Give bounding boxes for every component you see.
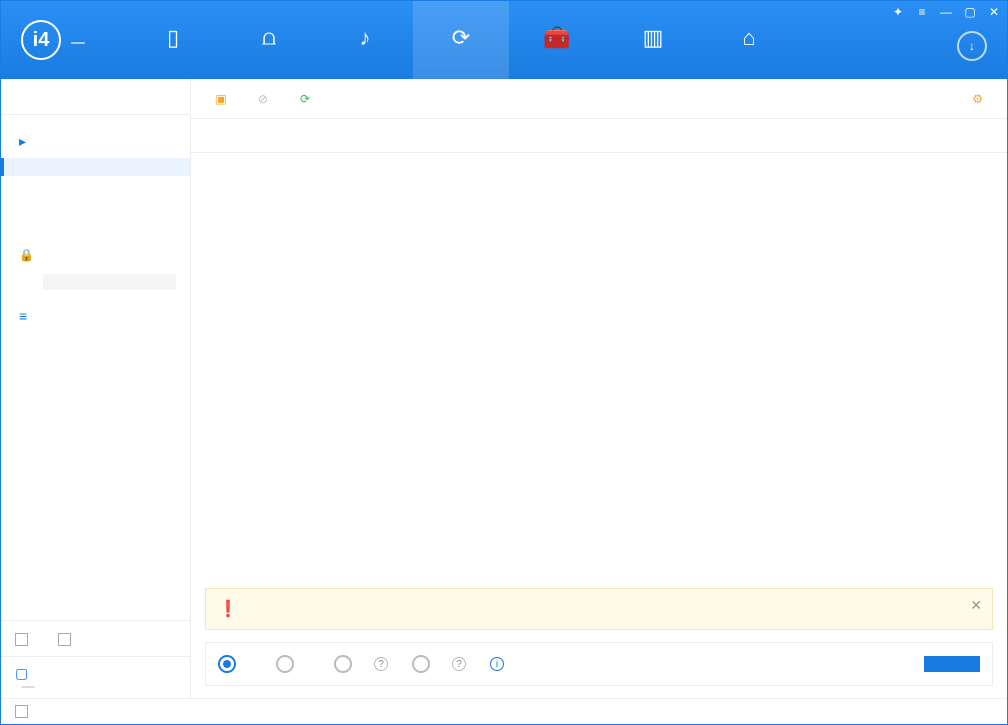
info-icon: i xyxy=(490,657,504,671)
music-icon: ♪ xyxy=(360,24,371,52)
device-icon: ▯ xyxy=(167,24,179,52)
sidebar-footer: ▢ xyxy=(1,620,190,698)
menu-icon[interactable]: ✦ xyxy=(891,5,905,19)
device-name[interactable]: ▢ xyxy=(15,665,176,682)
app-header: i4 ▯ ⩍ ♪ ⟳ 🧰 ▥ ⌂ ↓ ✦ ≡ — ▢ ✕ xyxy=(1,1,1007,79)
nav-toolbox[interactable]: 🧰 xyxy=(509,1,605,79)
nav-ringtone[interactable]: ♪ xyxy=(317,1,413,79)
book-icon: ▥ xyxy=(643,24,664,52)
toolbox-icon: 🧰 xyxy=(543,24,570,52)
radio-icon xyxy=(412,655,430,673)
toolbar: ▣ ⊘ ⟳ ⚙ xyxy=(191,79,1007,119)
delete-button[interactable]: ⊘ xyxy=(245,91,287,107)
opt-erase-link[interactable]: i xyxy=(490,657,510,671)
minimize-icon[interactable]: — xyxy=(939,5,953,19)
gear-icon: ⚙ xyxy=(972,92,983,106)
jump-guide-checkbox[interactable] xyxy=(58,633,71,646)
radio-icon xyxy=(334,655,352,673)
warning-icon: ❗ xyxy=(218,599,238,619)
block-itunes-checkbox[interactable] xyxy=(15,705,28,718)
banner-close-icon[interactable]: ✕ xyxy=(970,597,982,614)
folder-icon: ▣ xyxy=(213,91,229,107)
flash-settings-button[interactable]: ⚙ xyxy=(972,92,995,106)
nav-store[interactable]: ⌂ xyxy=(701,1,797,79)
open-folder-button[interactable]: ▣ xyxy=(203,91,245,107)
window-controls: ✦ ≡ — ▢ ✕ xyxy=(891,5,1001,19)
status-bar xyxy=(1,698,1007,724)
maximize-icon[interactable]: ▢ xyxy=(963,5,977,19)
refresh-icon: ⟳ xyxy=(452,24,470,52)
sidebar-item-itunes-flash[interactable] xyxy=(1,176,190,194)
more-icon: ≡ xyxy=(19,308,27,324)
content-pane: ▣ ⊘ ⟳ ⚙ ❗ ✕ ? ? i xyxy=(191,79,1007,698)
sidebar-head-jailbreak: 🔒 xyxy=(1,240,190,270)
lock-icon: 🔒 xyxy=(19,248,34,262)
help-icon[interactable]: ? xyxy=(452,657,466,671)
sidebar-head-more[interactable]: ≡ xyxy=(1,300,190,332)
opt-normal-flash[interactable] xyxy=(276,655,310,673)
jailbreak-note xyxy=(43,274,176,290)
app-logo: i4 xyxy=(1,20,105,60)
apps-icon: ⩍ xyxy=(262,24,276,52)
refresh-icon: ⟳ xyxy=(297,91,313,107)
main-area: ▸ 🔒 ≡ xyxy=(1,79,1007,698)
radio-icon xyxy=(276,655,294,673)
sidebar-item-pro-flash[interactable] xyxy=(1,194,190,212)
main-nav: ▯ ⩍ ♪ ⟳ 🧰 ▥ ⌂ xyxy=(125,1,797,79)
list-icon[interactable]: ≡ xyxy=(915,5,929,19)
delete-icon: ⊘ xyxy=(255,91,271,107)
sidebar-item-other-tools[interactable] xyxy=(1,332,190,350)
nav-tutorial[interactable]: ▥ xyxy=(605,1,701,79)
tablet-icon: ▢ xyxy=(15,665,28,682)
sidebar-item-batch-flash[interactable] xyxy=(1,212,190,230)
auto-activate-checkbox[interactable] xyxy=(15,633,28,646)
close-icon[interactable]: ✕ xyxy=(987,5,1001,19)
download-manager-icon[interactable]: ↓ xyxy=(957,31,987,61)
nav-apps[interactable]: ⩍ xyxy=(221,1,317,79)
appleid-banner: ❗ ✕ xyxy=(205,588,993,630)
sidebar-item-download-fw[interactable] xyxy=(1,350,190,368)
sidebar-item-advanced[interactable] xyxy=(1,368,190,386)
logo-icon: i4 xyxy=(21,20,61,60)
nav-my-device[interactable]: ▯ xyxy=(125,1,221,79)
opt-repair-flash[interactable]: ? xyxy=(412,655,466,673)
device-capacity xyxy=(21,686,35,688)
opt-keep-data[interactable] xyxy=(218,655,252,673)
sidebar-head-flash[interactable]: ▸ xyxy=(1,125,190,158)
app-url xyxy=(71,42,85,44)
start-flash-button[interactable] xyxy=(924,656,980,672)
sidebar: ▸ 🔒 ≡ xyxy=(1,79,191,698)
help-icon[interactable]: ? xyxy=(374,657,388,671)
table-header xyxy=(191,119,1007,153)
nav-flash[interactable]: ⟳ xyxy=(413,1,509,79)
store-icon: ⌂ xyxy=(742,24,755,52)
refresh-button[interactable]: ⟳ xyxy=(287,91,329,107)
device-conn-bar xyxy=(1,79,190,115)
flash-icon: ▸ xyxy=(19,133,26,150)
radio-icon xyxy=(218,655,236,673)
flash-options-bar: ? ? i xyxy=(205,642,993,686)
firmware-rows xyxy=(191,153,1007,580)
opt-anti-recover[interactable]: ? xyxy=(334,655,388,673)
sidebar-item-oneclick-flash[interactable] xyxy=(1,158,190,176)
